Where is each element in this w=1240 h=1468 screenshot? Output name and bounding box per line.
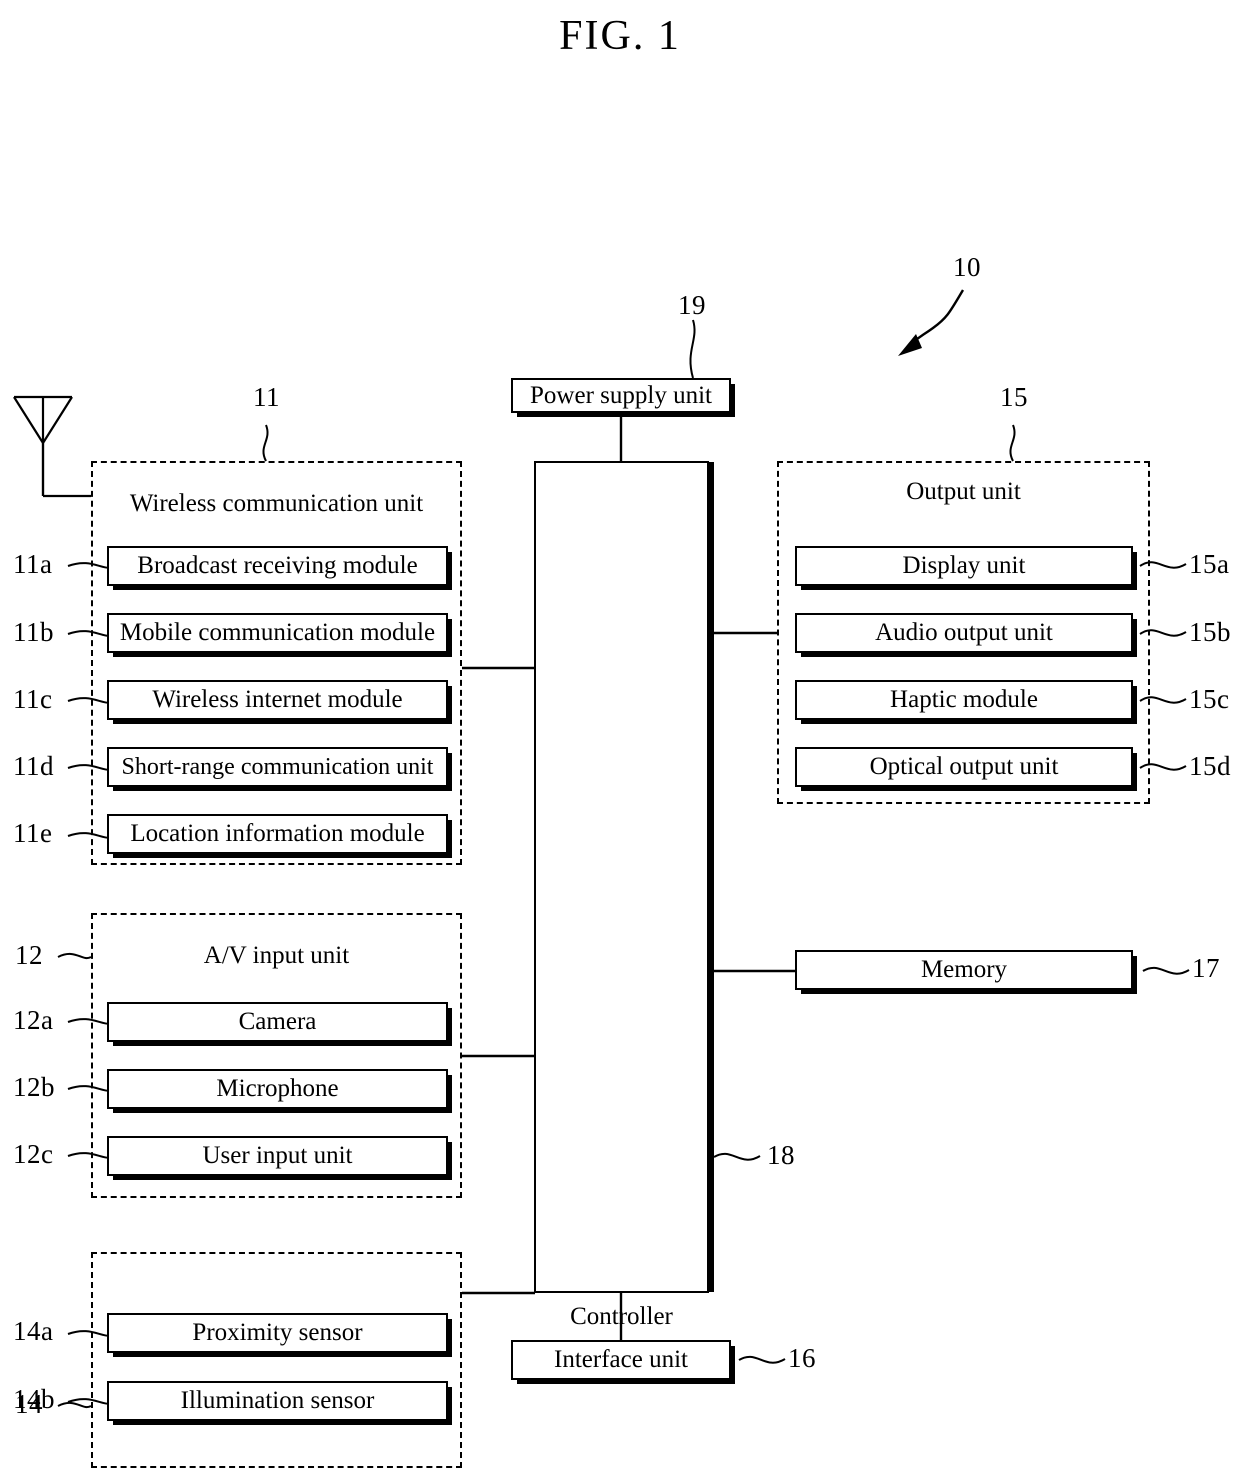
leader-10-arrow	[910, 289, 965, 345]
camera-box: Camera	[107, 1002, 448, 1042]
controller-box: Controller	[534, 461, 709, 1330]
ref-11e: 11e	[13, 818, 53, 848]
interface-unit-box: Interface unit	[511, 1340, 731, 1380]
leader-12	[57, 952, 92, 960]
leader-14	[57, 1401, 92, 1409]
ref-10: 10	[953, 252, 981, 282]
wireless-internet-module-box: Wireless internet module	[107, 680, 448, 720]
output-unit-title: Output unit	[906, 478, 1021, 505]
illumination-sensor-label: Illumination sensor	[180, 1387, 375, 1414]
wireless-communication-unit-group	[91, 461, 462, 865]
ref-15: 15	[1000, 382, 1028, 412]
mobile-communication-module-box: Mobile communication module	[107, 613, 448, 653]
location-information-module-label: Location information module	[130, 820, 425, 847]
interface-unit-label: Interface unit	[554, 1346, 688, 1373]
antenna-icon	[13, 395, 73, 495]
ref-15c: 15c	[1189, 684, 1230, 714]
ref-14b: 14b	[13, 1384, 55, 1414]
illumination-sensor-box: Illumination sensor	[107, 1381, 448, 1421]
audio-output-unit-label: Audio output unit	[875, 619, 1053, 646]
av-input-unit-title: A/V input unit	[203, 942, 350, 969]
ref-11c: 11c	[13, 684, 53, 714]
ref-19: 19	[678, 290, 706, 320]
ref-12a: 12a	[13, 1005, 54, 1035]
haptic-module-label: Haptic module	[890, 686, 1038, 713]
ref-15b: 15b	[1189, 617, 1231, 647]
short-range-communication-unit-label: Short-range communication unit	[121, 753, 434, 780]
microphone-label: Microphone	[216, 1075, 339, 1102]
ref-17: 17	[1192, 953, 1220, 983]
display-unit-label: Display unit	[902, 552, 1026, 579]
broadcast-receiving-module-box: Broadcast receiving module	[107, 546, 448, 586]
broadcast-receiving-module-label: Broadcast receiving module	[137, 552, 418, 579]
memory-label: Memory	[920, 956, 1008, 983]
location-information-module-box: Location information module	[107, 814, 448, 854]
ref-15d: 15d	[1189, 751, 1231, 781]
mobile-communication-module-label: Mobile communication module	[119, 619, 436, 646]
ref-12b: 12b	[13, 1072, 55, 1102]
ref-12: 12	[15, 940, 43, 970]
leader-17	[1142, 966, 1190, 975]
proximity-sensor-box: Proximity sensor	[107, 1313, 448, 1353]
ref-14a: 14a	[13, 1316, 54, 1346]
ref-15a: 15a	[1189, 549, 1230, 579]
camera-label: Camera	[238, 1008, 317, 1035]
leader-11	[262, 424, 269, 462]
wireless-internet-module-label: Wireless internet module	[152, 686, 403, 713]
wireless-communication-unit-title: Wireless communication unit	[129, 490, 424, 517]
leader-16	[738, 1355, 786, 1364]
figure-title: FIG. 1	[559, 13, 681, 59]
leader-19	[689, 319, 696, 379]
display-unit-box: Display unit	[795, 546, 1133, 586]
ref-11b: 11b	[13, 617, 54, 647]
ref-16: 16	[788, 1343, 816, 1373]
microphone-box: Microphone	[107, 1069, 448, 1109]
user-input-unit-box: User input unit	[107, 1136, 448, 1176]
power-supply-unit-box: Power supply unit	[511, 378, 731, 413]
haptic-module-box: Haptic module	[795, 680, 1133, 720]
sensing-unit-group	[91, 1252, 462, 1468]
memory-box: Memory	[795, 950, 1133, 990]
leader-18	[713, 1152, 761, 1161]
optical-output-unit-label: Optical output unit	[869, 753, 1059, 780]
ref-11a: 11a	[13, 549, 53, 579]
proximity-sensor-label: Proximity sensor	[192, 1319, 363, 1346]
leader-15	[1009, 424, 1016, 462]
optical-output-unit-box: Optical output unit	[795, 747, 1133, 787]
user-input-unit-label: User input unit	[202, 1142, 353, 1169]
controller-label: Controller	[570, 1303, 673, 1330]
figure-page: FIG. 1 Power supply unit 19 10 Controlle…	[0, 0, 1240, 1468]
antenna-lead	[41, 443, 91, 498]
power-supply-unit-label: Power supply unit	[530, 381, 712, 409]
ref-11d: 11d	[13, 751, 54, 781]
arrowhead-10	[898, 334, 922, 356]
ref-18: 18	[767, 1140, 795, 1170]
ref-12c: 12c	[13, 1139, 54, 1169]
audio-output-unit-box: Audio output unit	[795, 613, 1133, 653]
short-range-communication-unit-box: Short-range communication unit	[107, 747, 448, 787]
ref-11: 11	[253, 382, 280, 412]
